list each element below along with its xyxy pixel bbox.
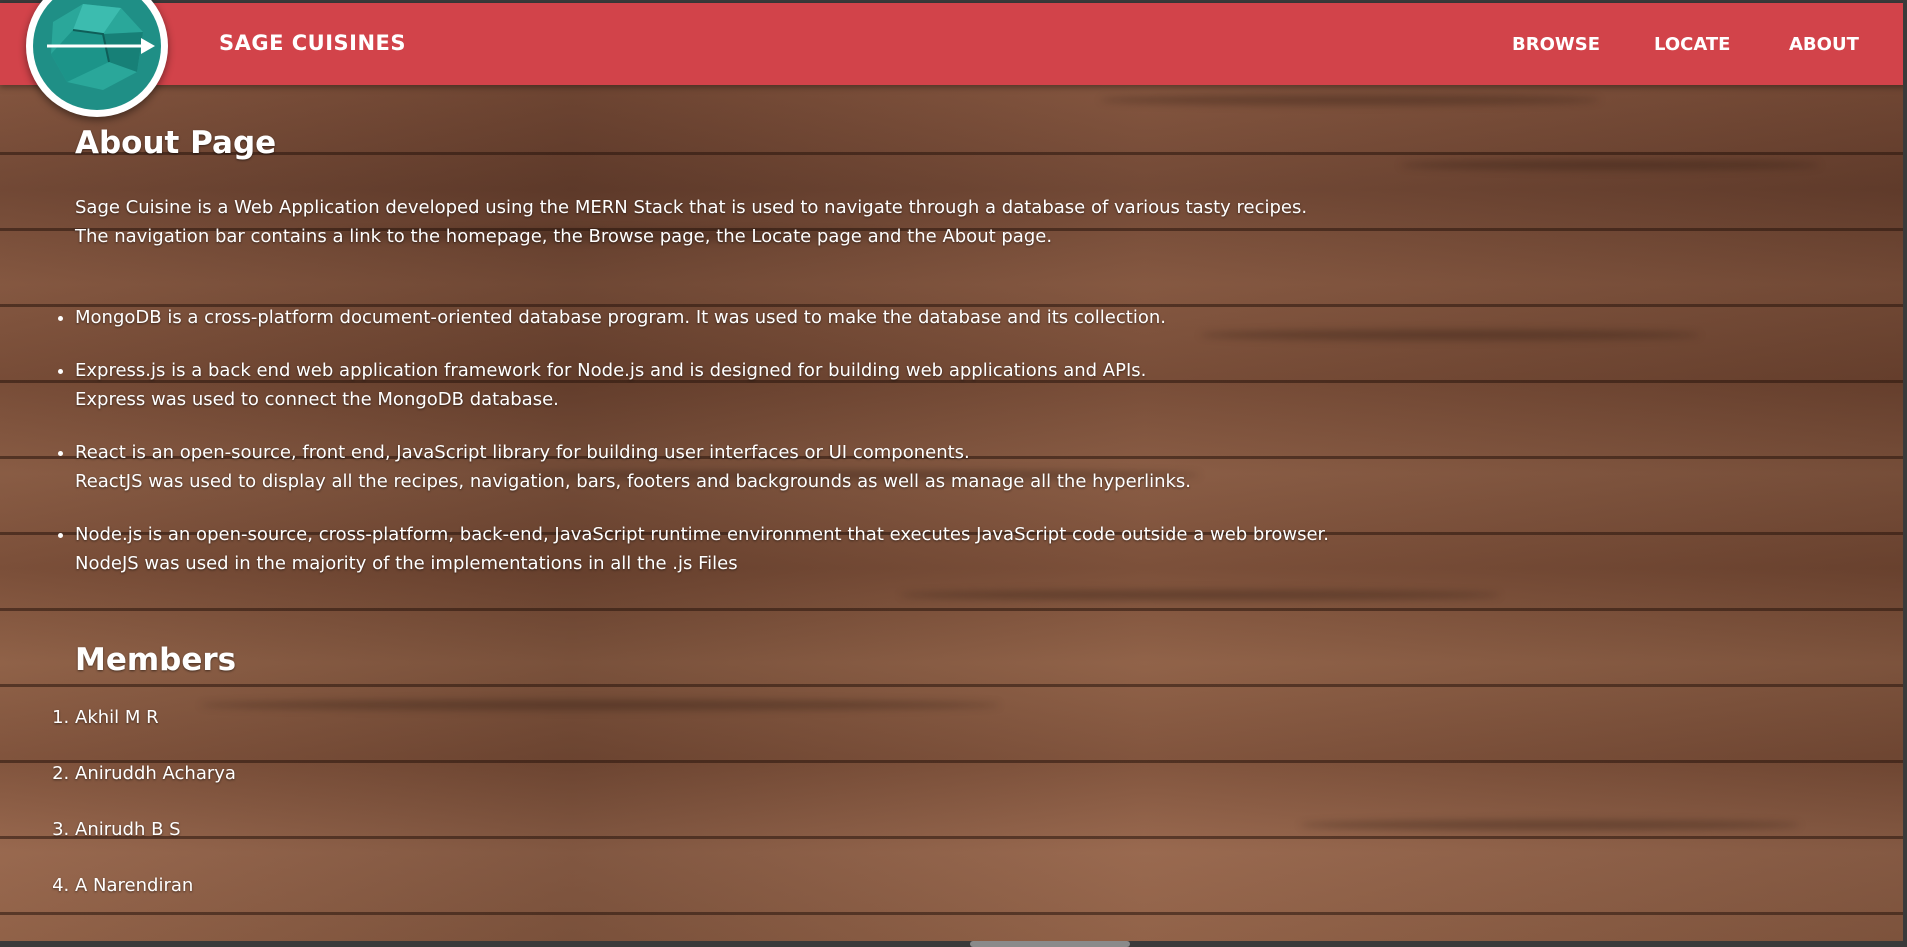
tech-stack-list: MongoDB is a cross-platform document-ori… — [0, 303, 1329, 602]
tech-item-node: Node.js is an open-source, cross-platfor… — [75, 520, 1329, 578]
horizontal-scrollbar-thumb[interactable] — [970, 941, 1130, 947]
intro-paragraph: Sage Cuisine is a Web Application develo… — [75, 193, 1307, 251]
intro-line: Sage Cuisine is a Web Application develo… — [75, 197, 1308, 218]
tech-item-line: Express.js is a back end web application… — [75, 360, 1147, 381]
rock-arrow-logo-icon — [33, 0, 161, 110]
navbar: SAGE CUISINES BROWSE LOCATE ABOUT — [0, 0, 1907, 117]
brand-title[interactable]: SAGE CUISINES — [219, 31, 406, 55]
tech-item-line: Node.js is an open-source, cross-platfor… — [75, 524, 1330, 545]
tech-item-line: ReactJS was used to display all the reci… — [75, 471, 1192, 492]
tech-item-react: React is an open-source, front end, Java… — [75, 438, 1329, 496]
horizontal-scrollbar-track[interactable] — [0, 941, 1907, 947]
logo[interactable] — [26, 0, 168, 117]
nav-link-locate[interactable]: LOCATE — [1654, 34, 1730, 55]
tech-item-line: Express was used to connect the MongoDB … — [75, 389, 559, 410]
nav-link-about[interactable]: ABOUT — [1789, 34, 1859, 55]
nav-link-browse[interactable]: BROWSE — [1512, 34, 1600, 55]
member-item: A Narendiran — [75, 871, 236, 900]
members-list: Akhil M R Aniruddh Acharya Anirudh B S A… — [0, 703, 236, 927]
member-item: Aniruddh Acharya — [75, 759, 236, 788]
intro-line: The navigation bar contains a link to th… — [75, 226, 1053, 247]
vertical-scrollbar-track[interactable] — [1903, 0, 1907, 947]
tech-item-mongodb: MongoDB is a cross-platform document-ori… — [75, 303, 1329, 332]
tech-item-line: React is an open-source, front end, Java… — [75, 442, 970, 463]
page-title: About Page — [75, 125, 277, 161]
tech-item-express: Express.js is a back end web application… — [75, 356, 1329, 414]
members-title: Members — [75, 642, 237, 678]
tech-item-line: MongoDB is a cross-platform document-ori… — [75, 307, 1166, 328]
member-item: Akhil M R — [75, 703, 236, 732]
tech-item-line: NodeJS was used in the majority of the i… — [75, 553, 738, 574]
member-item: Anirudh B S — [75, 815, 236, 844]
